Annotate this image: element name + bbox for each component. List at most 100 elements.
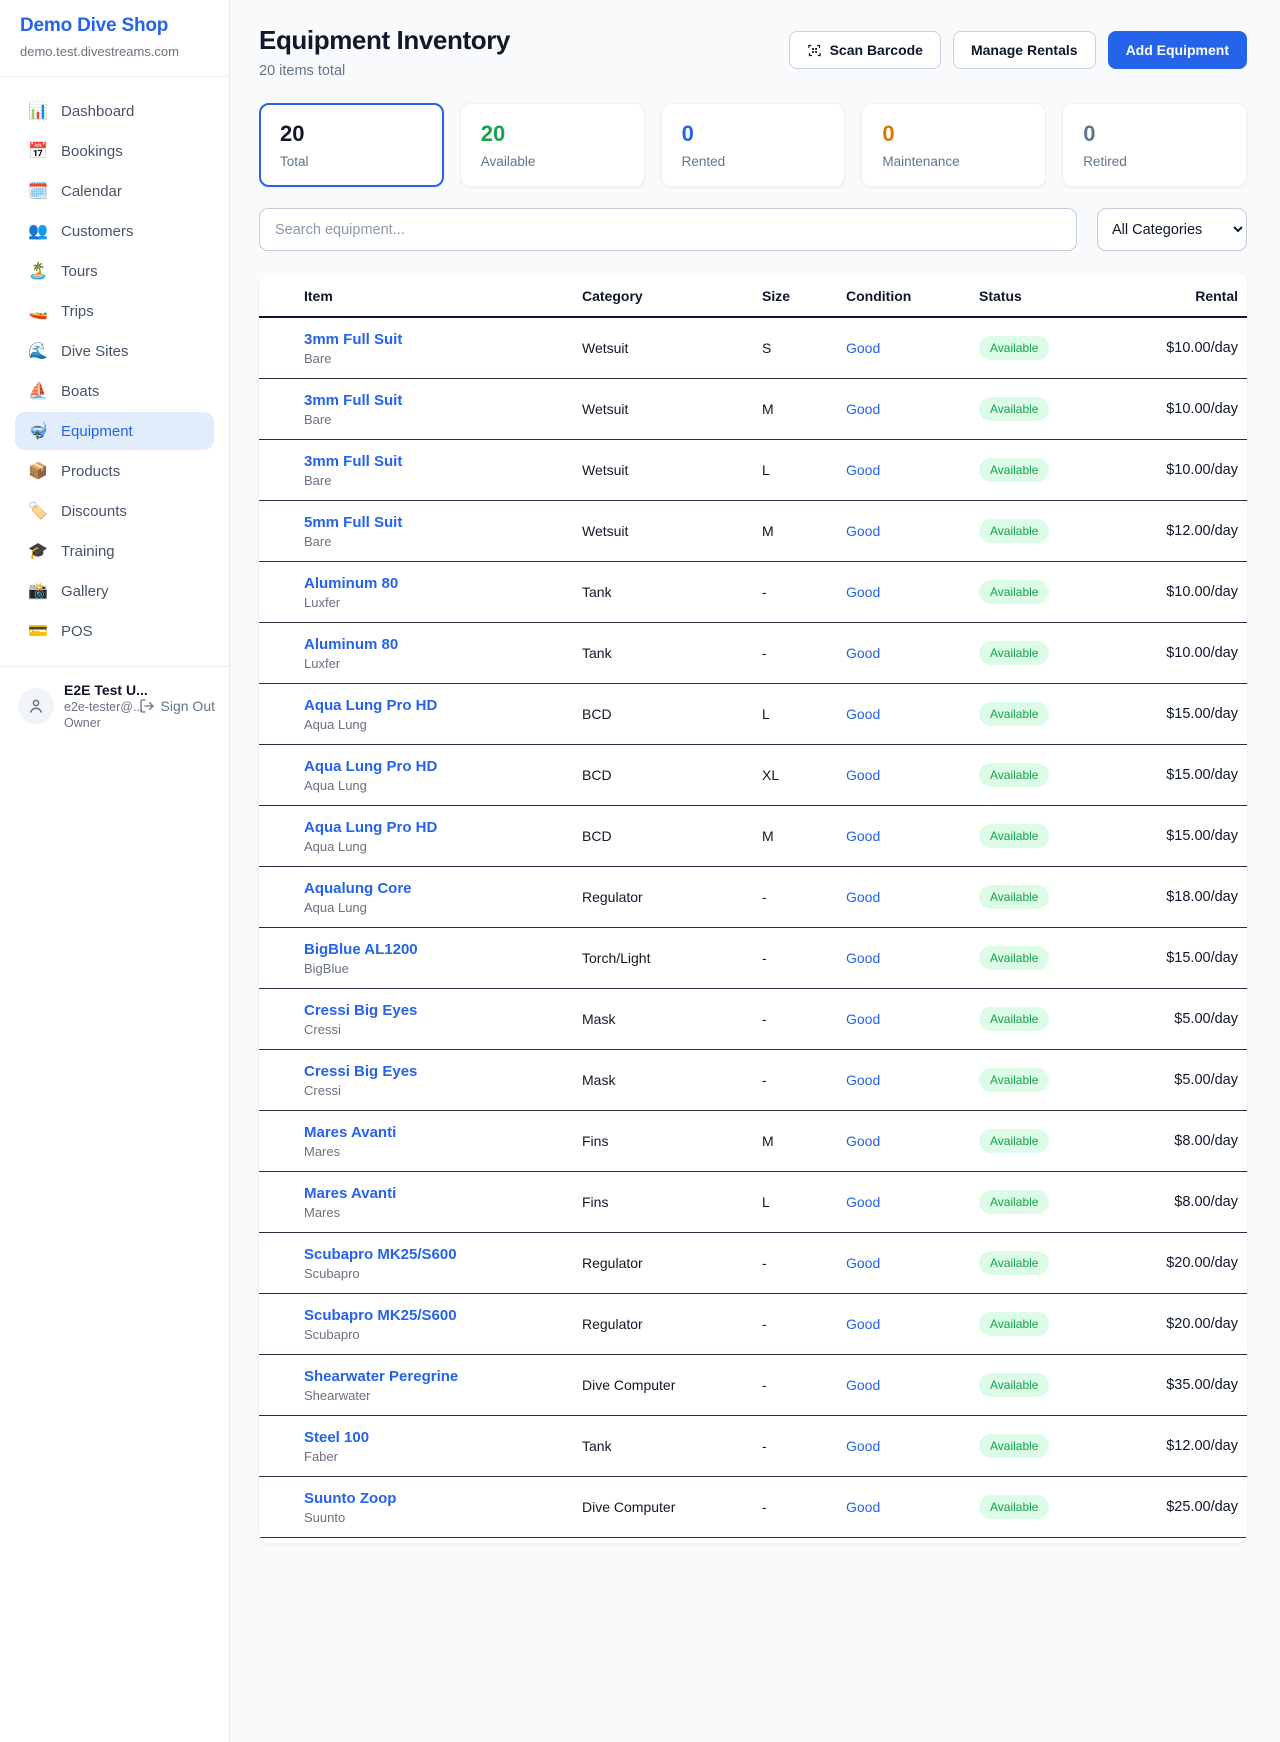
stat-card[interactable]: 20 Total [259,103,444,187]
item-name-link[interactable]: Steel 100 [304,1429,369,1446]
search-input[interactable] [259,208,1077,251]
category-cell: Torch/Light [582,950,762,966]
stat-card[interactable]: 20 Available [460,103,645,187]
sidebar-nav-item[interactable]: 🤿 Equipment [15,412,214,450]
category-select[interactable]: All Categories [1097,208,1247,251]
condition-link[interactable]: Good [846,1499,880,1515]
item-name-link[interactable]: BigBlue AL1200 [304,941,418,958]
item-name-link[interactable]: Aqualung Core [304,880,412,897]
sidebar-nav-item[interactable]: 🎓 Training [15,532,214,570]
sidebar-nav-item[interactable]: 🗓️ Calendar [15,172,214,210]
sidebar-nav-item[interactable]: 🌊 Dive Sites [15,332,214,370]
condition-link[interactable]: Good [846,706,880,722]
sidebar-nav-item[interactable]: 📸 Gallery [15,572,214,610]
stat-label: Maintenance [882,154,1025,169]
status-badge: Available [979,397,1049,421]
item-name-link[interactable]: Cressi Big Eyes [304,1063,417,1080]
condition-link[interactable]: Good [846,950,880,966]
item-brand: Bare [304,473,582,488]
sidebar-nav-item[interactable]: 💳 POS [15,612,214,650]
condition-link[interactable]: Good [846,1438,880,1454]
status-badge: Available [979,336,1049,360]
item-name-link[interactable]: Mares Avanti [304,1124,396,1141]
item-name-link[interactable]: Cressi Big Eyes [304,1002,417,1019]
item-name-link[interactable]: Aluminum 80 [304,636,398,653]
condition-link[interactable]: Good [846,1011,880,1027]
sidebar-nav-item[interactable]: 📦 Products [15,452,214,490]
status-badge: Available [979,885,1049,909]
scan-barcode-button[interactable]: Scan Barcode [789,31,941,69]
condition-link[interactable]: Good [846,645,880,661]
add-equipment-button[interactable]: Add Equipment [1108,31,1247,69]
item-brand: Mares [304,1144,582,1159]
condition-link[interactable]: Good [846,523,880,539]
condition-link[interactable]: Good [846,1255,880,1271]
stat-card[interactable]: 0 Retired [1062,103,1247,187]
condition-link[interactable]: Good [846,1072,880,1088]
item-brand: Cressi [304,1022,582,1037]
table-row: Aqua Lung Pro HD Aqua Lung BCD M Good Av… [259,806,1247,867]
item-name-link[interactable]: Aqua Lung Pro HD [304,819,437,836]
condition-link[interactable]: Good [846,828,880,844]
condition-link[interactable]: Good [846,1194,880,1210]
item-name-link[interactable]: Scubapro MK25/S600 [304,1307,457,1324]
item-cell: Aqua Lung Pro HD Aqua Lung [304,758,582,793]
condition-link[interactable]: Good [846,340,880,356]
category-cell: BCD [582,767,762,783]
condition-link[interactable]: Good [846,401,880,417]
item-name-link[interactable]: Aluminum 80 [304,575,398,592]
size-cell: - [762,1011,846,1027]
condition-link[interactable]: Good [846,1316,880,1332]
status-cell: Available [979,1373,1150,1397]
nav-item-icon: 🌊 [28,341,48,361]
item-name-link[interactable]: Aqua Lung Pro HD [304,758,437,775]
item-cell: 5mm Full Suit Bare [304,514,582,549]
status-cell: Available [979,946,1150,970]
item-name-link[interactable]: Shearwater Peregrine [304,1368,458,1385]
item-name-link[interactable]: 3mm Full Suit [304,331,402,348]
stat-card[interactable]: 0 Rented [661,103,846,187]
item-name-link[interactable]: Suunto Zoop [304,1490,396,1507]
item-name-link[interactable]: Mares Avanti [304,1185,396,1202]
condition-link[interactable]: Good [846,462,880,478]
sidebar-nav-item[interactable]: 📊 Dashboard [15,92,214,130]
category-cell: Mask [582,1072,762,1088]
condition-link[interactable]: Good [846,584,880,600]
avatar [18,688,54,724]
table-row: 3mm Full Suit Bare Wetsuit M Good Availa… [259,379,1247,440]
sidebar-nav-item[interactable]: 🚤 Trips [15,292,214,330]
column-header-condition: Condition [846,288,979,304]
item-brand: Bare [304,534,582,549]
status-badge: Available [979,763,1049,787]
sidebar-nav-item[interactable]: 📅 Bookings [15,132,214,170]
item-brand: Luxfer [304,656,582,671]
nav-item-label: Dashboard [61,103,134,120]
condition-link[interactable]: Good [846,1377,880,1393]
condition-link[interactable]: Good [846,1133,880,1149]
rental-price: $25.00/day [1150,1499,1238,1515]
sign-out-button[interactable]: Sign Out [139,698,215,714]
category-cell: BCD [582,828,762,844]
condition-link[interactable]: Good [846,767,880,783]
item-brand: Bare [304,412,582,427]
category-cell: Regulator [582,1255,762,1271]
item-brand: Scubapro [304,1266,582,1281]
sidebar-nav-item[interactable]: 👥 Customers [15,212,214,250]
item-brand: Aqua Lung [304,778,582,793]
stat-card[interactable]: 0 Maintenance [861,103,1046,187]
item-name-link[interactable]: Scubapro MK25/S600 [304,1246,457,1263]
manage-rentals-button[interactable]: Manage Rentals [953,31,1096,69]
sidebar-nav-item[interactable]: ⛵ Boats [15,372,214,410]
item-name-link[interactable]: 5mm Full Suit [304,514,402,531]
item-name-link[interactable]: 3mm Full Suit [304,453,402,470]
item-name-link[interactable]: Aqua Lung Pro HD [304,697,437,714]
stat-value: 0 [682,121,825,147]
shop-domain: demo.test.divestreams.com [20,44,209,59]
sidebar-nav-item[interactable]: 🏷️ Discounts [15,492,214,530]
item-name-link[interactable]: 3mm Full Suit [304,392,402,409]
sidebar-nav-item[interactable]: 🏝️ Tours [15,252,214,290]
table-row: Steel 100 Faber Tank - Good Available $1… [259,1416,1247,1477]
status-cell: Available [979,397,1150,421]
condition-link[interactable]: Good [846,889,880,905]
status-badge: Available [979,1373,1049,1397]
